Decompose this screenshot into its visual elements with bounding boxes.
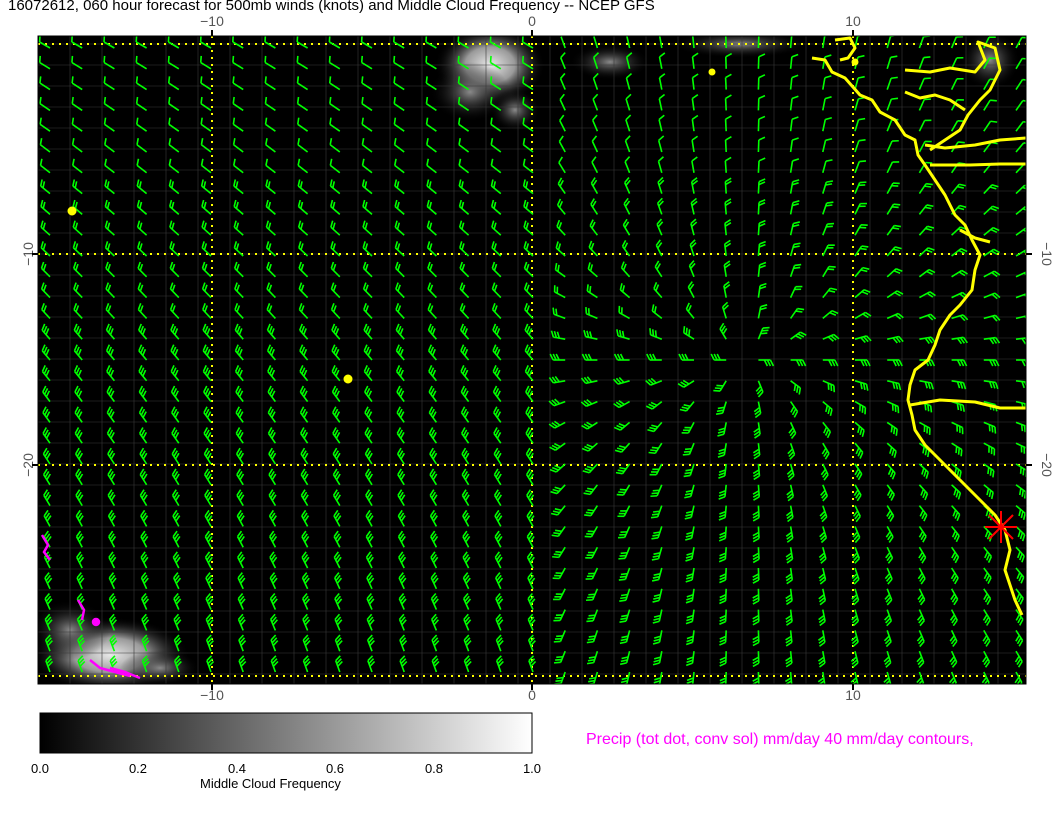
colorbar-tick: 0.6 [326,761,344,776]
colorbar-tick: 0.2 [129,761,147,776]
colorbar-title: Middle Cloud Frequency [200,776,341,791]
colorbar-tick: 0.8 [425,761,443,776]
colorbar [39,712,533,754]
forecast-map: −10 0 10 −10 0 10 −10 −20 −10 −20 0.0 0.… [20,13,1055,776]
lon-tick-top: 0 [528,13,536,29]
lon-tick-top: 10 [845,13,861,29]
colorbar-tick: 0.4 [228,761,246,776]
precip-legend-text: Precip (tot dot, conv sol) mm/day 40 mm/… [586,731,974,748]
colorbar-tick: 0.0 [31,761,49,776]
lat-tick-right: −10 [1039,242,1055,266]
lon-tick-top: −10 [200,13,224,29]
location-marker [985,511,1017,543]
lat-tick-right: −20 [1039,453,1055,477]
colorbar-tick: 1.0 [523,761,541,776]
colorbar-tick-labels: 0.0 0.2 0.4 0.6 0.8 1.0 [31,761,541,776]
